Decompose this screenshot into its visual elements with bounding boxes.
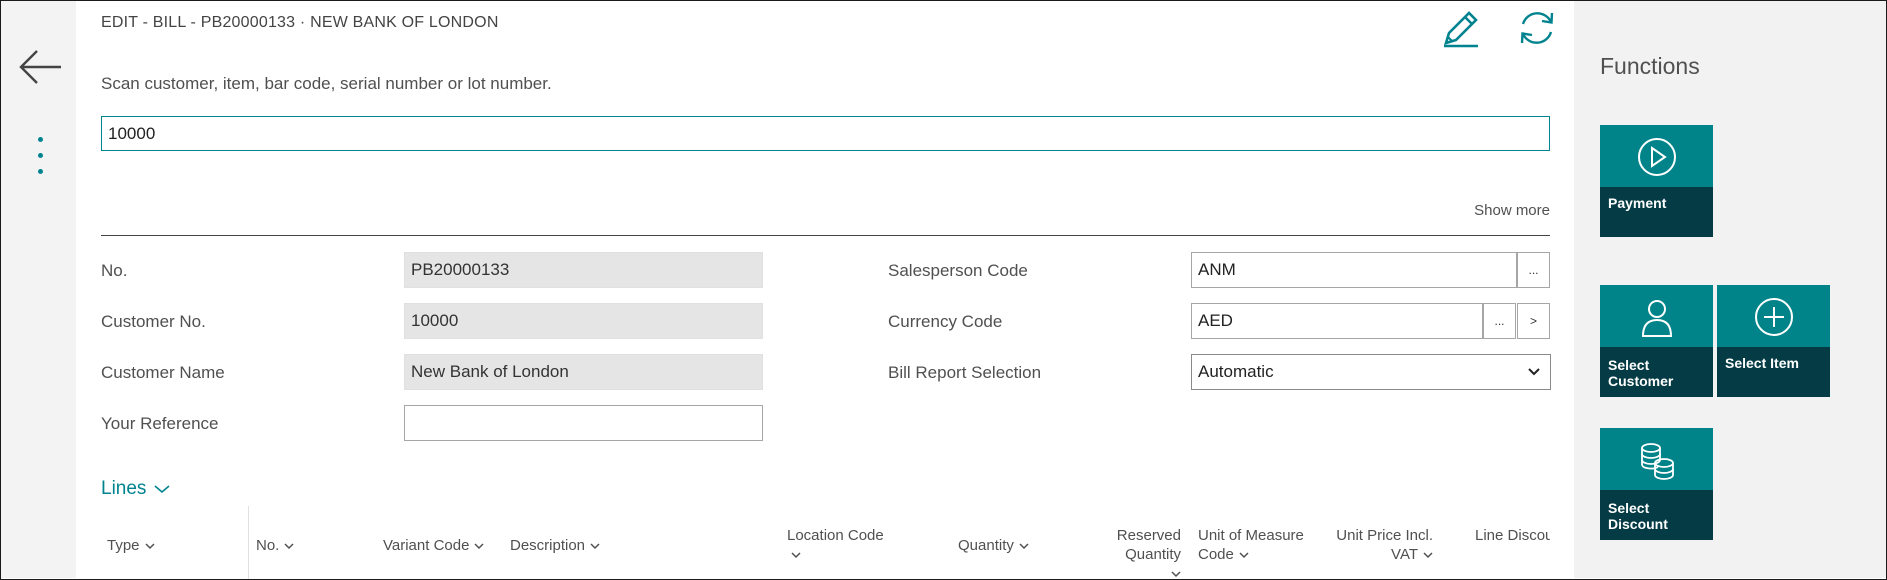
currency-lookup-button[interactable]: ...	[1483, 303, 1516, 339]
salesperson-code-field[interactable]: ANM	[1191, 252, 1517, 288]
select-customer-tile[interactable]: Select Customer	[1600, 285, 1713, 397]
functions-title: Functions	[1600, 53, 1700, 79]
scan-label: Scan customer, item, bar code, serial nu…	[101, 74, 552, 93]
scan-input[interactable]	[101, 116, 1550, 151]
salesperson-code-label: Salesperson Code	[888, 261, 1028, 280]
customer-name-field[interactable]: New Bank of London	[404, 354, 763, 390]
no-label: No.	[101, 261, 128, 280]
currency-code-label: Currency Code	[888, 312, 1003, 331]
bill-report-selection-dropdown[interactable]: Automatic	[1191, 354, 1551, 390]
select-discount-tile[interactable]: Select Discount	[1600, 428, 1713, 540]
more-options-icon[interactable]	[37, 137, 43, 183]
currency-drilldown-button[interactable]: >	[1517, 303, 1550, 339]
select-discount-label: Select Discount	[1608, 500, 1668, 532]
currency-code-field[interactable]: AED	[1191, 303, 1483, 339]
select-customer-label: Select Customer	[1608, 357, 1674, 389]
column-header-unit-price-incl-vat[interactable]: Unit Price Incl. VAT	[1323, 526, 1433, 564]
coins-icon	[1641, 443, 1674, 480]
your-reference-field[interactable]	[404, 405, 763, 441]
lines-title: Lines	[101, 478, 147, 499]
main-content: EDIT - BILL - PB20000133 · NEW BANK OF L…	[76, 1, 1574, 580]
bill-report-selection-value: Automatic	[1198, 362, 1274, 381]
section-divider	[101, 235, 1550, 236]
customer-no-field[interactable]: 10000	[404, 303, 763, 339]
column-header-unit-of-measure-code[interactable]: Unit of Measure Code	[1198, 526, 1304, 564]
functions-pane: Functions Payment Select Customer Select…	[1574, 1, 1886, 578]
plus-circle-icon	[1755, 298, 1793, 336]
your-reference-label: Your Reference	[101, 414, 219, 433]
page-caption: EDIT - BILL - PB20000133 · NEW BANK OF L…	[101, 14, 499, 31]
show-more-link[interactable]: Show more	[1474, 202, 1550, 219]
person-icon	[1641, 300, 1673, 337]
pencil-icon[interactable]	[1440, 7, 1482, 49]
back-arrow-icon[interactable]	[17, 47, 63, 87]
column-header-type[interactable]: Type	[107, 536, 155, 555]
left-rail	[1, 1, 76, 578]
column-header-no[interactable]: No.	[256, 536, 294, 555]
customer-name-label: Customer Name	[101, 363, 225, 382]
column-header-description[interactable]: Description	[510, 536, 600, 555]
payment-label: Payment	[1608, 195, 1667, 211]
column-header-location-code[interactable]: Location Code	[787, 526, 884, 564]
refresh-icon[interactable]	[1516, 7, 1558, 49]
payment-tile[interactable]: Payment	[1600, 125, 1713, 237]
column-header-reserved-quantity[interactable]: Reserved Quantity	[1063, 526, 1181, 580]
lines-section-toggle[interactable]: Lines	[101, 478, 170, 500]
chevron-down-icon	[154, 485, 170, 494]
play-circle-icon	[1638, 138, 1676, 176]
column-header-variant-code[interactable]: Variant Code	[383, 536, 484, 555]
column-header-quantity[interactable]: Quantity	[958, 536, 1029, 555]
no-field[interactable]: PB20000133	[404, 252, 763, 288]
customer-no-label: Customer No.	[101, 312, 206, 331]
select-item-tile[interactable]: Select Item	[1717, 285, 1830, 397]
column-separator	[248, 506, 249, 579]
chevron-down-icon	[1528, 368, 1540, 376]
bill-report-selection-label: Bill Report Selection	[888, 363, 1042, 382]
salesperson-lookup-button[interactable]: ...	[1517, 252, 1550, 288]
column-header-line-discount[interactable]: Line Discou	[1475, 526, 1550, 545]
select-item-label: Select Item	[1725, 355, 1799, 371]
